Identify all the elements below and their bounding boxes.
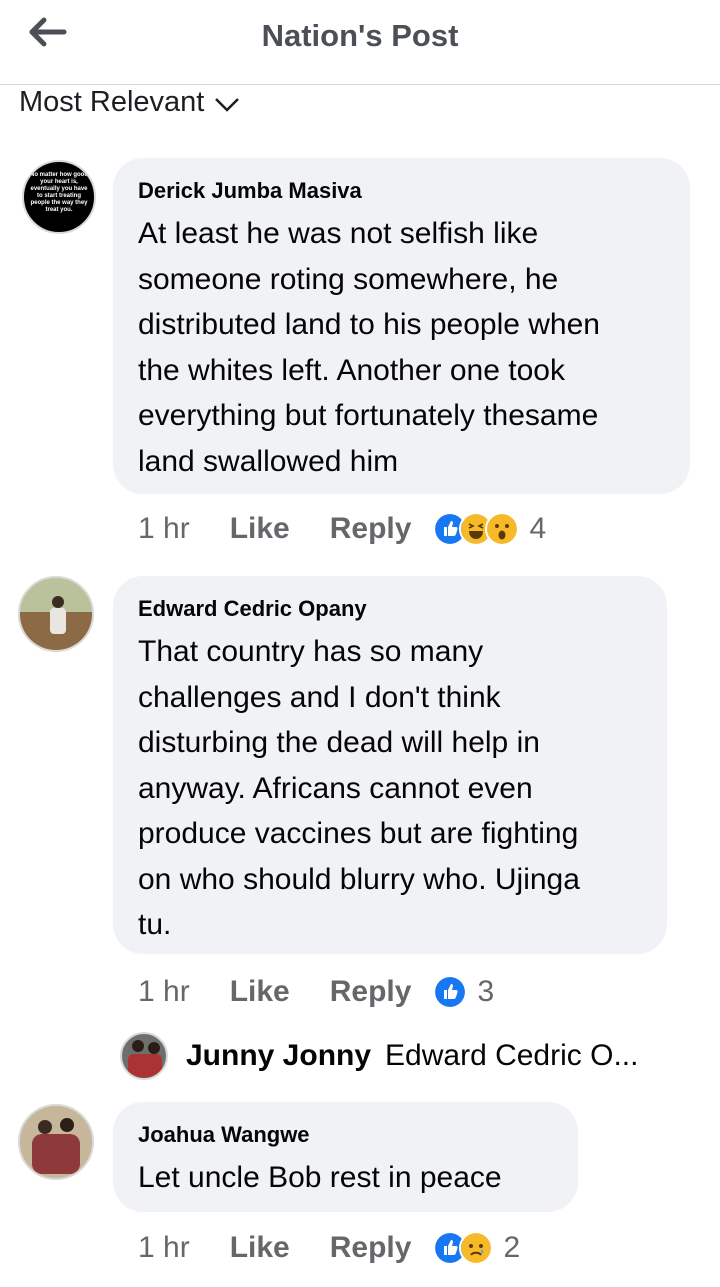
avatar[interactable] [18,576,94,652]
reaction-count: 3 [477,975,495,1008]
like-button[interactable]: Like [230,1231,290,1265]
comment-bubble[interactable]: Joahua Wangwe Let uncle Bob rest in peac… [113,1102,578,1212]
wow-reaction-icon [485,512,520,546]
avatar-body [50,608,66,634]
avatar-head [132,1040,144,1052]
reply-snippet: Edward Cedric O... [385,1039,639,1072]
chevron-down-icon [215,97,240,112]
reactions-summary[interactable] [433,1231,494,1265]
like-button[interactable]: Like [230,975,290,1009]
comment-text: Let uncle Bob rest in peace [138,1161,502,1194]
top-bar: Nation's Post [0,0,720,85]
comment-actions: 1 hr Like Reply 3 [138,972,494,1012]
comment-author[interactable]: Edward Cedric Opany [138,596,367,622]
comment-author[interactable]: Joahua Wangwe [138,1122,310,1148]
like-reaction-icon [433,975,468,1009]
comment-actions: 1 hr Like Reply 4 [138,509,546,549]
comment-time: 1 hr [138,1231,190,1264]
reaction-count: 2 [503,1231,521,1264]
avatar[interactable] [18,1104,94,1180]
avatar-body [32,1134,80,1174]
like-button[interactable]: Like [230,512,290,546]
reaction-count: 4 [529,512,547,545]
reply-preview[interactable]: Junny Jonny Edward Cedric O... [120,1030,638,1082]
comment-time: 1 hr [138,975,190,1008]
reply-button[interactable]: Reply [330,1231,412,1265]
avatar-head [60,1118,74,1132]
comment-bubble[interactable]: Derick Jumba Masiva At least he was not … [113,158,690,494]
avatar-head [148,1042,160,1054]
avatar[interactable] [120,1032,168,1080]
comment-author[interactable]: Derick Jumba Masiva [138,178,362,204]
avatar[interactable]: No matter how good your heart is, eventu… [22,160,96,234]
comment-time: 1 hr [138,512,190,545]
reactions-summary[interactable] [433,975,468,1009]
comment-text: That country has so many challenges and … [138,635,580,941]
avatar-head [52,596,64,608]
comment-bubble[interactable]: Edward Cedric Opany That country has so … [113,576,667,954]
avatar-head [38,1120,52,1134]
comment-text: At least he was not selfish like someone… [138,217,600,478]
comment-actions: 1 hr Like Reply 2 [138,1228,520,1268]
avatar-quote-text: No matter how good your heart is, eventu… [30,172,88,213]
sort-label: Most Relevant [19,86,205,118]
reply-author[interactable]: Junny Jonny [186,1039,371,1073]
page-title: Nation's Post [261,18,459,53]
sad-reaction-icon [459,1231,494,1265]
reply-button[interactable]: Reply [330,512,412,546]
avatar-body [128,1054,162,1078]
reply-button[interactable]: Reply [330,975,412,1009]
reactions-summary[interactable] [433,512,520,546]
sort-dropdown[interactable]: Most Relevant [19,86,240,119]
